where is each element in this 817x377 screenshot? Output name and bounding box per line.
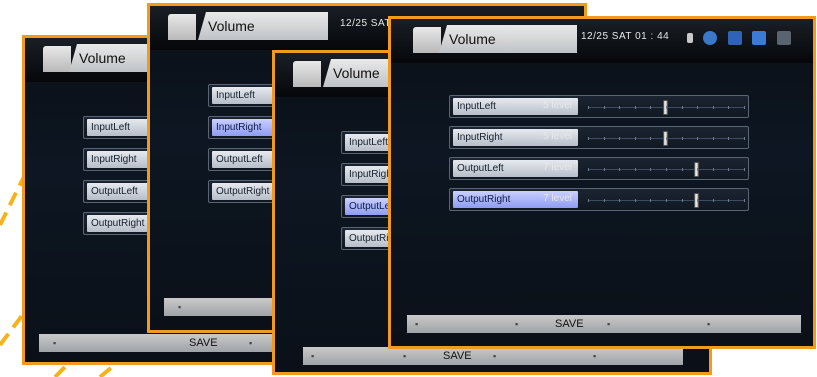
slider-tick [666,137,667,140]
volume-row-input-left[interactable]: InputLeft 5 level [449,95,749,118]
slider-tick [650,137,652,140]
slider-tick [728,168,730,171]
slider-tick [697,199,699,202]
slider-tick [744,199,745,202]
volume-row-input-right[interactable]: InputRight 5 level [449,126,749,149]
slider-tick [650,199,652,202]
save-button[interactable]: SAVE [189,334,218,352]
volume-slider[interactable] [588,131,745,146]
slider-tick [697,137,699,140]
slider-tick [619,106,621,109]
footer-bar: ▪ ▪ SAVE ▪ ▪ [303,347,683,365]
slider-tick [666,199,667,202]
slider-tick [666,106,667,109]
tab-corner [43,46,71,72]
slider-tick [681,199,683,202]
slider-tick [603,199,605,202]
row-label: OutputLeft [212,151,276,168]
level-value: 7 level [543,162,572,173]
page-title: Volume [198,12,328,40]
slider-tick [588,168,589,171]
volume-slider[interactable] [588,162,745,177]
slider-tick [603,106,605,109]
datetime: 12/25 SAT 01 : 44 [581,31,670,42]
slider-tick [744,168,745,171]
slider-tick [744,106,745,109]
slider-tick [603,137,605,140]
row-label: InputRight [87,151,149,168]
tab-corner [168,14,196,40]
slider-tick [681,137,683,140]
volume-row-output-left[interactable]: OutputLeft 7 level [449,157,749,180]
slider-tick [603,168,605,171]
level-value: 5 level [543,131,572,142]
slider-tick [728,199,730,202]
slider-tick [619,137,621,140]
tab-corner [293,61,321,87]
slider-tick [634,168,636,171]
row-label: InputRight [212,119,276,136]
save-button[interactable]: SAVE [443,347,472,365]
slider-tick [681,106,683,109]
datetime: 12/25 SAT [340,18,392,29]
slider-tick [588,106,589,109]
row-label: OutputRight [87,215,149,232]
network-icon [752,30,767,45]
row-label: InputLeft [212,87,276,104]
footer-bar: ▪ ▪ SAVE ▪ ▪ [407,315,801,333]
slider-tick [634,106,636,109]
slider-tick [744,137,745,140]
slider-tick [712,137,714,140]
slider-tick [666,168,667,171]
slider-tick [650,168,652,171]
slider-tick [712,199,714,202]
slider-tick [681,168,683,171]
row-label: OutputLeft [87,183,149,200]
row-label: InputLeft [87,119,149,136]
slider-tick [619,199,621,202]
slider-tick [588,137,589,140]
slider-tick [728,106,730,109]
slider-tick [588,199,589,202]
slider-tick [634,137,636,140]
save-button[interactable]: SAVE [555,315,584,333]
status-icons [681,29,791,47]
volume-row-output-right[interactable]: OutputRight 7 level [449,188,749,211]
volume-slider[interactable] [588,100,745,115]
level-value: 7 level [543,193,572,204]
flag-icon [776,30,791,45]
row-label: OutputRight [212,183,276,200]
slider-tick [728,137,730,140]
volume-slider[interactable] [588,193,745,208]
footer-bar: ▪ SAVE ▪ [39,334,305,352]
page-title: Volume [439,25,577,53]
slider-tick [697,168,699,171]
slider-tick [634,199,636,202]
tab-corner [413,27,441,53]
slider-tick [619,168,621,171]
slider-tick [712,106,714,109]
disc-icon [703,30,718,45]
lock-icon [687,32,693,43]
volume-screen-main: Volume 12/25 SAT 01 : 44 InputLeft 5 lev… [388,16,816,349]
slider-tick [650,106,652,109]
slider-tick [697,106,699,109]
level-value: 5 level [543,100,572,111]
slider-tick [712,168,714,171]
monitor-icon [727,30,742,45]
